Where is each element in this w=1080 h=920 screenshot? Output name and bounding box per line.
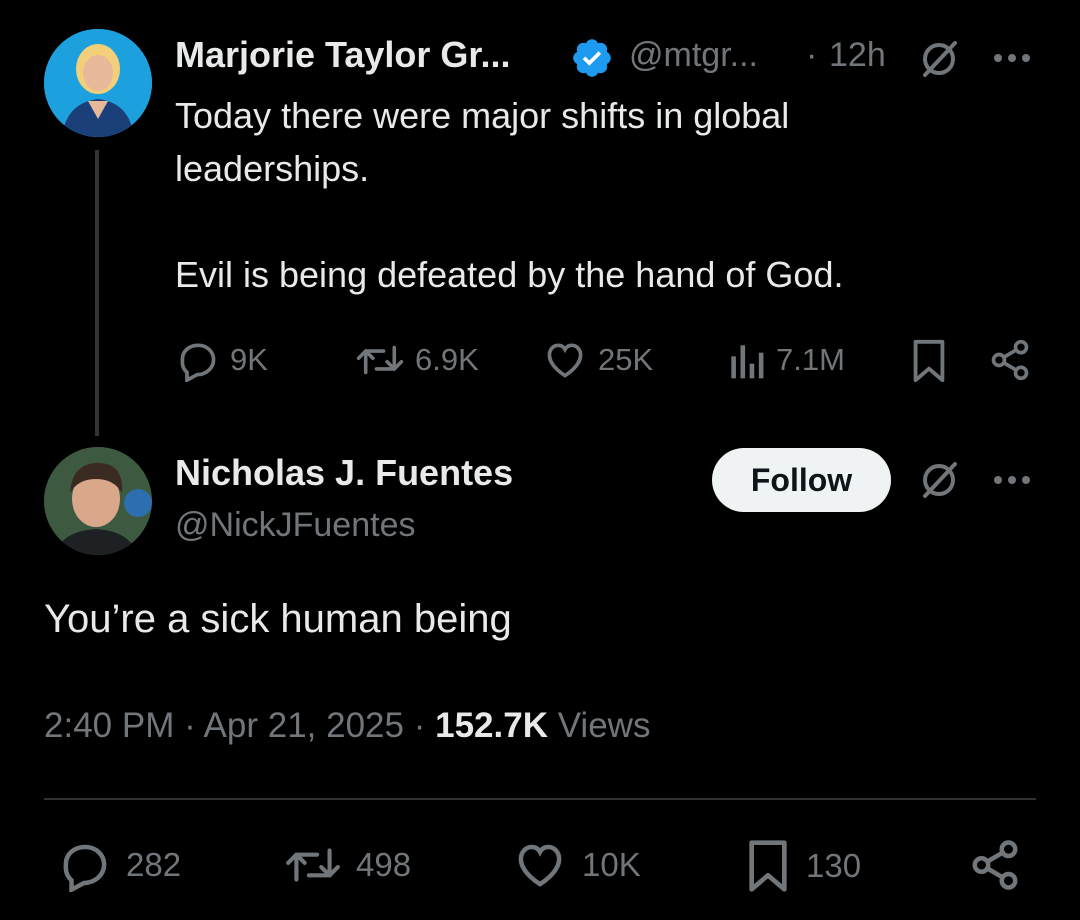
parent-author-handle[interactable]: @mtgr... <box>629 36 758 75</box>
views-count: 152.7K <box>435 706 548 745</box>
bookmark-icon <box>744 838 792 894</box>
repost-count: 6.9K <box>415 342 479 377</box>
reply-button[interactable]: 282 <box>58 838 181 892</box>
tweet-meta: 2:40 PM · Apr 21, 2025 · 152.7K Views <box>44 706 650 746</box>
like-button[interactable]: 25K <box>542 338 653 382</box>
verified-badge-icon <box>570 36 614 80</box>
separator-dot: · <box>184 706 196 745</box>
tweet-time[interactable]: 2:40 PM <box>44 706 174 745</box>
reply-icon <box>176 338 220 382</box>
separator-dot: · <box>806 36 818 74</box>
repost-icon <box>355 338 405 382</box>
thread-line <box>95 150 99 436</box>
views-button[interactable]: 7.1M <box>726 338 845 382</box>
like-count: 25K <box>598 342 654 377</box>
avatar-parent-author[interactable] <box>44 29 152 137</box>
separator-dot: · <box>413 706 426 745</box>
share-icon[interactable] <box>988 338 1032 382</box>
bookmark-count: 130 <box>806 847 862 884</box>
reply-count: 282 <box>126 846 182 883</box>
follow-button[interactable]: Follow <box>712 448 891 512</box>
tweet-timestamp[interactable]: 12h <box>829 36 886 75</box>
parent-tweet-text-line1: Today there were major shifts in global <box>175 95 790 136</box>
views-label: Views <box>557 706 651 745</box>
views-count: 7.1M <box>776 342 845 377</box>
main-author-handle[interactable]: @NickJFuentes <box>175 506 415 545</box>
main-tweet-text: You’re a sick human being <box>44 597 512 641</box>
grok-icon[interactable] <box>915 456 963 504</box>
tweet-date[interactable]: Apr 21, 2025 <box>204 706 404 745</box>
parent-tweet-text-line2: leaderships. <box>175 148 370 189</box>
bookmark-button[interactable]: 130 <box>744 838 861 894</box>
views-icon <box>726 338 766 382</box>
repost-icon <box>284 838 342 892</box>
like-icon <box>542 338 588 382</box>
bookmark-icon[interactable] <box>909 338 949 384</box>
like-button[interactable]: 10K <box>512 838 641 892</box>
divider <box>44 798 1036 800</box>
like-count: 10K <box>582 846 641 883</box>
grok-icon[interactable] <box>915 35 963 83</box>
reply-icon <box>58 838 112 892</box>
reply-button[interactable]: 9K <box>176 338 268 382</box>
reply-count: 9K <box>230 342 268 377</box>
repost-count: 498 <box>356 846 412 883</box>
more-icon[interactable] <box>992 474 1032 486</box>
main-author-name[interactable]: Nicholas J. Fuentes <box>175 452 513 494</box>
repost-button[interactable]: 6.9K <box>355 338 479 382</box>
repost-button[interactable]: 498 <box>284 838 411 892</box>
share-icon[interactable] <box>968 838 1022 892</box>
like-icon <box>512 838 568 892</box>
avatar-main-author[interactable] <box>44 447 152 555</box>
more-icon[interactable] <box>992 52 1032 64</box>
parent-author-name[interactable]: Marjorie Taylor Gr... <box>175 34 510 76</box>
parent-tweet-text-line3: Evil is being defeated by the hand of Go… <box>175 254 844 295</box>
